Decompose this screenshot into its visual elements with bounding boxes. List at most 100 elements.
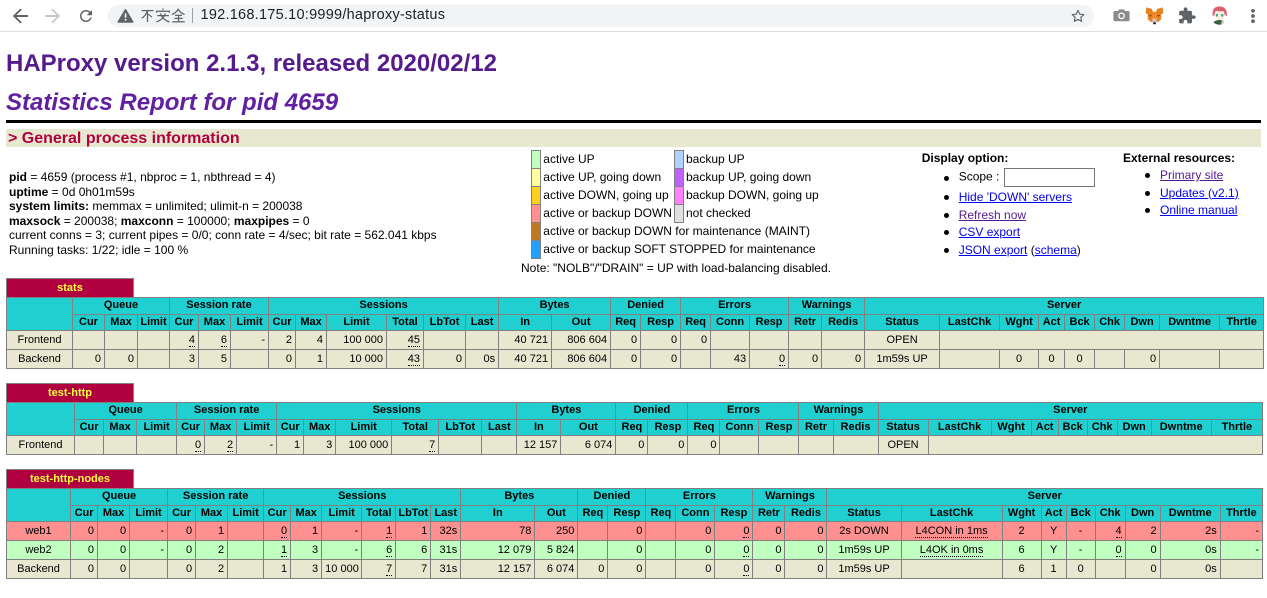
column-header: Req — [611, 314, 641, 331]
legend-color-swatch — [532, 205, 541, 223]
column-group-warnings: Warnings — [789, 298, 865, 315]
column-header: Thrtle — [1220, 314, 1264, 331]
column-header: Cur — [73, 314, 105, 331]
reload-button[interactable] — [77, 7, 95, 25]
proxy-name[interactable]: test-http-nodes — [7, 470, 134, 489]
stat-cell — [228, 541, 264, 560]
stat-cell: 0 — [753, 541, 785, 560]
title-spacer — [134, 384, 1263, 403]
stat-cell: 0 — [715, 541, 753, 560]
stat-cell — [1220, 350, 1264, 369]
stat-cell: 0 — [785, 541, 827, 560]
stat-cell: - — [231, 331, 269, 350]
stat-cell: 0 — [168, 522, 196, 541]
option-link[interactable]: Refresh now — [959, 208, 1026, 222]
stat-cell: 0 — [98, 560, 130, 579]
column-group-session-rate: Session rate — [170, 298, 269, 315]
row-label[interactable]: Backend — [7, 350, 73, 369]
proxy-name[interactable]: stats — [7, 279, 134, 298]
scope-input[interactable] — [1004, 168, 1095, 187]
option-link[interactable]: Hide 'DOWN' servers — [959, 190, 1072, 204]
column-header: Retr — [753, 505, 785, 522]
stat-cell: Y — [1041, 541, 1066, 560]
stat-cell: 0 — [750, 350, 789, 369]
column-header: Wght — [1000, 314, 1039, 331]
stat-cell: 0 — [789, 350, 822, 369]
extensions-puzzle-icon[interactable] — [1177, 6, 1197, 26]
stat-cell: 0 — [681, 331, 711, 350]
legend-color-swatch — [532, 151, 541, 169]
stat-cell — [130, 560, 168, 579]
row-label[interactable]: Backend — [7, 560, 71, 579]
column-header: Limit — [327, 314, 387, 331]
legend-cell: active UP backup UP active UP, going dow… — [521, 150, 831, 275]
column-header: Resp — [759, 419, 799, 436]
stat-cell: 3 — [304, 436, 336, 455]
url-text[interactable]: 192.168.175.10:9999/haproxy-status — [201, 7, 446, 23]
stat-cell — [901, 560, 1002, 579]
option-link[interactable]: CSV export — [959, 225, 1020, 239]
row-label[interactable]: Frontend — [7, 331, 73, 350]
column-header: Conn — [720, 419, 759, 436]
column-header: Total — [362, 505, 396, 522]
column-header: Limit — [336, 419, 392, 436]
reload-icon — [77, 7, 95, 25]
external-resource-item: Updates (v2.1) — [1160, 186, 1239, 201]
stat-cell — [137, 436, 177, 455]
legend-color-swatch — [674, 205, 683, 223]
page-title[interactable]: HAProxy version 2.1.3, released 2020/02/… — [6, 50, 1261, 78]
stat-cell: 0 — [1066, 560, 1095, 579]
section-heading: > General process information — [6, 129, 1261, 148]
stat-cell: - — [237, 436, 277, 455]
row-label[interactable]: web1 — [7, 522, 71, 541]
stat-cell: 0 — [715, 522, 753, 541]
option-link[interactable]: schema — [1035, 243, 1077, 257]
back-arrow-icon — [11, 7, 29, 25]
stat-cell: 0 — [1095, 541, 1125, 560]
stat-cell: 0 — [753, 522, 785, 541]
process-info-text: pid — [9, 170, 27, 184]
row-label[interactable]: Frontend — [7, 436, 75, 455]
bookmark-star-icon[interactable] — [1070, 8, 1086, 24]
display-option-heading: Display option: — [922, 151, 1009, 165]
stat-cell: 0s — [466, 350, 499, 369]
option-link[interactable]: Primary site — [1160, 168, 1223, 182]
stat-cell — [928, 436, 1262, 455]
column-header: Redis — [822, 314, 865, 331]
option-link[interactable]: JSON export — [959, 243, 1028, 257]
stat-cell: 2 — [196, 560, 228, 579]
stat-cell: 2s DOWN — [827, 522, 901, 541]
stat-cell — [940, 331, 1264, 350]
option-link[interactable]: Updates (v2.1) — [1160, 186, 1239, 200]
column-group-errors: Errors — [681, 298, 789, 315]
row-label[interactable]: web2 — [7, 541, 71, 560]
stat-cell: 0 — [71, 541, 98, 560]
stat-cell: 250 — [535, 522, 578, 541]
table-row-frontend: Frontend46-24100 0004540 721806 604000OP… — [7, 331, 1264, 350]
proxy-name[interactable]: test-http — [7, 384, 134, 403]
stat-cell: 43 — [387, 350, 424, 369]
address-bar[interactable]: 192.168.175.10:9999/haproxy-status — [108, 5, 1094, 27]
stat-cell — [822, 331, 865, 350]
back-button[interactable] — [11, 7, 29, 25]
security-warning-icon[interactable] — [117, 8, 134, 23]
scope-label: Scope : — [959, 170, 1000, 184]
stat-cell: - — [1220, 522, 1262, 541]
stat-cell: 0 — [608, 560, 646, 579]
stat-cell: 2 — [1002, 522, 1041, 541]
column-header: Max — [291, 505, 322, 522]
stat-cell: 0 — [98, 522, 130, 541]
camera-extension-icon[interactable] — [1111, 6, 1131, 26]
metamask-extension-icon[interactable] — [1144, 6, 1164, 26]
stat-cell: 0 — [676, 541, 715, 560]
stat-cell: 806 604 — [552, 350, 611, 369]
menu-dots-icon[interactable] — [1243, 6, 1263, 26]
option-link[interactable]: Online manual — [1160, 203, 1237, 217]
stat-cell: 3 — [291, 560, 322, 579]
table-row-web1: web100-0101-1132s78250000002s DOWNL4CON … — [7, 522, 1263, 541]
profile-avatar[interactable] — [1209, 6, 1229, 26]
column-header: Limit — [138, 314, 170, 331]
column-header: Retr — [799, 419, 833, 436]
forward-button[interactable] — [44, 7, 62, 25]
column-header: Req — [616, 419, 648, 436]
